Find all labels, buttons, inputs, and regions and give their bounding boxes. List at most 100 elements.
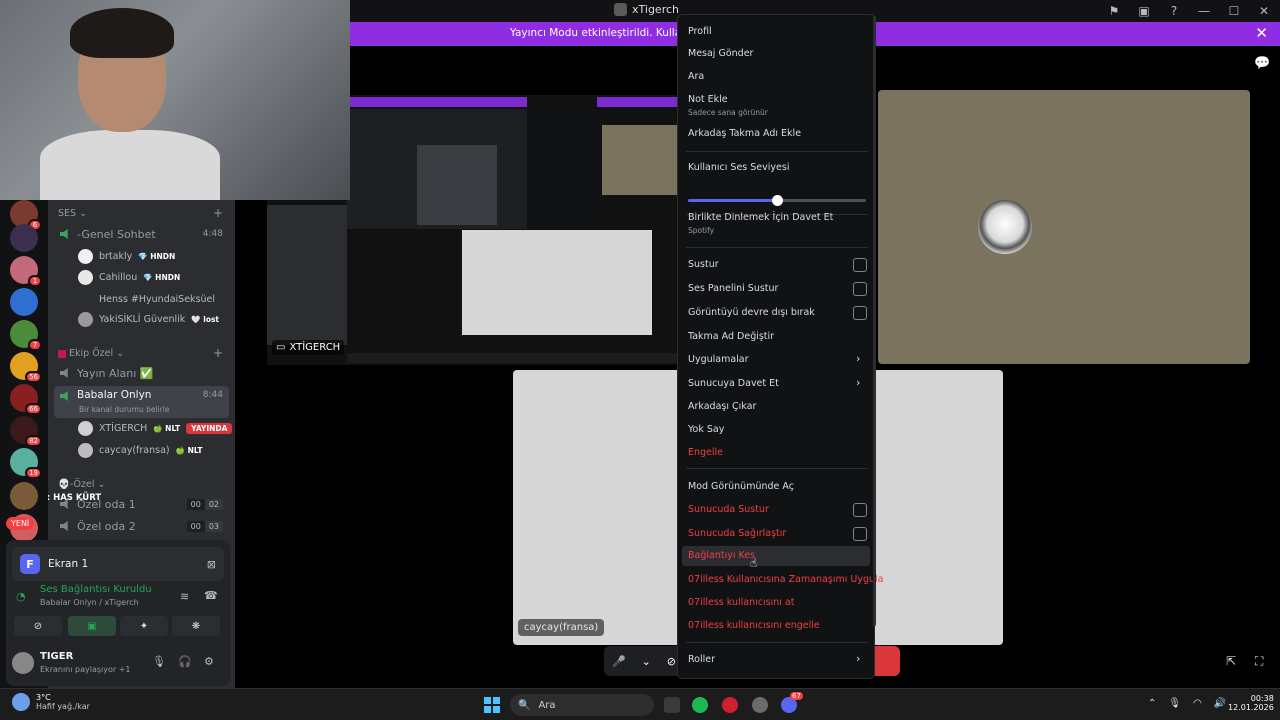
soundboard-button[interactable]: ❋ [172,616,220,636]
add-channel-icon[interactable]: + [213,206,223,220]
voice-member[interactable]: Henss #HyundaiSeksüel [78,292,215,307]
username[interactable]: TIGER [40,651,73,662]
goruntu-checkbox[interactable] [853,306,867,320]
channel-babalar-onlyn[interactable]: Babalar Onlyn 8:44 Bir kanal durumu beli… [54,386,229,418]
noise-suppression-icon[interactable]: ≋ [180,590,189,603]
opera-icon[interactable] [722,697,738,713]
category-ses[interactable]: SES ⌄ [58,208,87,219]
menu-item-goruntu-devre-disi[interactable]: Görüntüyü devre dışı bırak [688,307,868,318]
user-tile-tiger[interactable] [878,90,1250,364]
headphones-icon[interactable]: 🎧 [178,655,192,668]
menu-item-sunucuda-sagirlastir[interactable]: Sunucuda Sağırlaştır [688,528,868,539]
voice-member[interactable]: XTİGERCH 🍏 NLT YAYINDA [78,421,233,436]
server-icon[interactable]: 66 [10,384,42,415]
channel-status[interactable]: Bir kanal durumu belirle [79,405,169,414]
channel-ozel-oda-1[interactable]: Özel oda 1 00 02 [54,494,229,514]
spotify-icon[interactable] [692,697,708,713]
menu-item-mod-gorunumu[interactable]: Mod Görünümünde Aç [688,481,868,492]
voice-member[interactable]: Cahillou 💎 HNDN [78,270,180,285]
avatar[interactable] [12,652,34,674]
server-icon[interactable]: 56 [10,352,42,383]
start-button[interactable] [484,697,500,713]
chevron-up-icon[interactable]: ⌃ [1148,698,1156,709]
menu-item-at[interactable]: 07illess kullanıcısını at [688,597,868,608]
menu-item-takma-ad-degistir[interactable]: Takma Ad Değiştir [688,331,868,342]
member-tag: 💎 HNDN [143,273,181,282]
voice-member[interactable]: brtakly 💎 HNDN [78,249,175,264]
fullscreen-icon[interactable]: ⛶ [1255,654,1263,669]
chevron-down-icon: ⌄ [97,479,106,490]
maximize-button[interactable]: ☐ [1226,3,1242,19]
menu-item-arkadas-takma-adi-ekle[interactable]: Arkadaş Takma Adı Ekle [688,128,868,139]
category-ekip-ozel[interactable]: Ekip Özel ⌄ [58,348,124,359]
chat-icon[interactable]: 💬 [1254,56,1270,71]
weather-widget[interactable]: 3°C Hafif yağ./kar [12,693,90,711]
voice-status[interactable]: Ses Bağlantısı Kuruldu [40,584,152,595]
volume-slider-knob[interactable] [772,195,783,206]
menu-item-mesaj-gonder[interactable]: Mesaj Gönder [688,48,868,59]
camera-off-icon[interactable]: ⊘ [667,655,676,668]
server-icon[interactable]: 19 [10,448,42,479]
task-view-icon[interactable] [664,697,680,713]
chevron-down-icon[interactable]: ⌄ [642,655,651,668]
camera-toggle-button[interactable]: ⊘ [14,616,62,636]
flag-icon[interactable]: ⚑ [1106,3,1122,19]
add-channel-icon[interactable]: + [213,346,223,360]
mic-icon[interactable]: 🎙 [1168,698,1181,709]
gear-icon[interactable]: ⚙ [204,655,214,668]
menu-scrollbar[interactable] [873,16,876,626]
category-ozel[interactable]: 💀-Özel ⌄ [58,479,105,490]
volume-icon[interactable]: 🔊 [1214,698,1226,709]
wifi-icon[interactable]: ◠ [1193,698,1202,709]
menu-item-profil[interactable]: Profil [688,26,868,37]
inbox-icon[interactable]: ▣ [1136,3,1152,19]
channel-genel-sohbet[interactable]: -Genel Sohbet 4:48 [54,224,229,244]
server-icon[interactable]: 1 [10,256,42,287]
server-icon[interactable] [10,288,38,316]
minimize-button[interactable]: — [1196,3,1212,19]
clock[interactable]: 00:38 12.01.2026 [1228,694,1274,712]
stop-stream-icon[interactable]: ⊠ [207,558,216,571]
menu-item-uygulamalar[interactable]: Uygulamalar [688,354,868,365]
channel-yayin-alani[interactable]: Yayın Alanı ✅ [54,363,229,383]
ses-paneli-checkbox[interactable] [853,282,867,296]
server-icon[interactable]: 7 [10,320,42,351]
menu-item-sunucuda-sustur[interactable]: Sunucuda Sustur [688,504,868,515]
menu-item-birlikte-dinle[interactable]: Birlikte Dinlemek İçin Davet Et [688,212,868,223]
menu-item-baglantiyi-kes[interactable]: Bağlantıyı Kes [682,546,870,566]
menu-item-engelle[interactable]: Engelle [688,447,868,458]
screen-share-button[interactable]: ▣ [68,616,116,636]
menu-item-engelle-kullanici[interactable]: 07illess kullanıcısını engelle [688,620,868,631]
menu-item-sustur[interactable]: Sustur [688,259,868,270]
close-window-button[interactable]: ✕ [1256,3,1272,19]
call-controls: 🎤 ⌄ ⊘ [604,646,684,676]
menu-item-ses-paneli-sustur[interactable]: Ses Panelini Sustur [688,283,868,294]
volume-slider[interactable] [688,195,866,206]
menu-item-not-ekle[interactable]: Not Ekle [688,94,868,105]
voice-member[interactable]: YakiSİKLİ Güvenlik 🤍 lost ⊘ [78,312,235,327]
mic-icon[interactable]: 🎤 [612,655,626,668]
search-box[interactable]: 🔍 Ara [510,694,654,716]
server-icon[interactable] [10,482,38,510]
menu-item-yok-say[interactable]: Yok Say [688,424,868,435]
menu-item-arkadasi-cikar[interactable]: Arkadaşı Çıkar [688,401,868,412]
disconnect-icon[interactable]: ☎ [204,589,218,602]
sustur-checkbox[interactable] [853,258,867,272]
menu-item-ara[interactable]: Ara [688,71,868,82]
help-icon[interactable]: ? [1166,3,1182,19]
channel-ozel-oda-2[interactable]: Özel oda 2 00 03 [54,516,229,536]
server-icon[interactable] [10,224,38,252]
menu-item-sunucuya-davet[interactable]: Sunucuya Davet Et [688,378,868,389]
steam-icon[interactable] [752,697,768,713]
voice-member[interactable]: caycay(fransa) 🍏 NLT [78,443,203,458]
sunucuda-sagir-checkbox[interactable] [853,527,867,541]
popout-icon[interactable]: ⇱ [1226,654,1236,668]
sunucuda-sustur-checkbox[interactable] [853,503,867,517]
banner-close-icon[interactable]: ✕ [1255,24,1268,42]
activities-button[interactable]: ✦ [120,616,168,636]
menu-item-roller[interactable]: Roller [688,654,868,665]
stream-preview-bar[interactable]: F Ekran 1 ⊠ [12,547,224,581]
menu-item-zaman-asimi[interactable]: 07illess Kullanıcısına Zamanaşımı Uygula [688,574,883,585]
mic-icon[interactable]: 🎙 [152,655,166,668]
server-icon[interactable]: 82 [10,416,42,447]
